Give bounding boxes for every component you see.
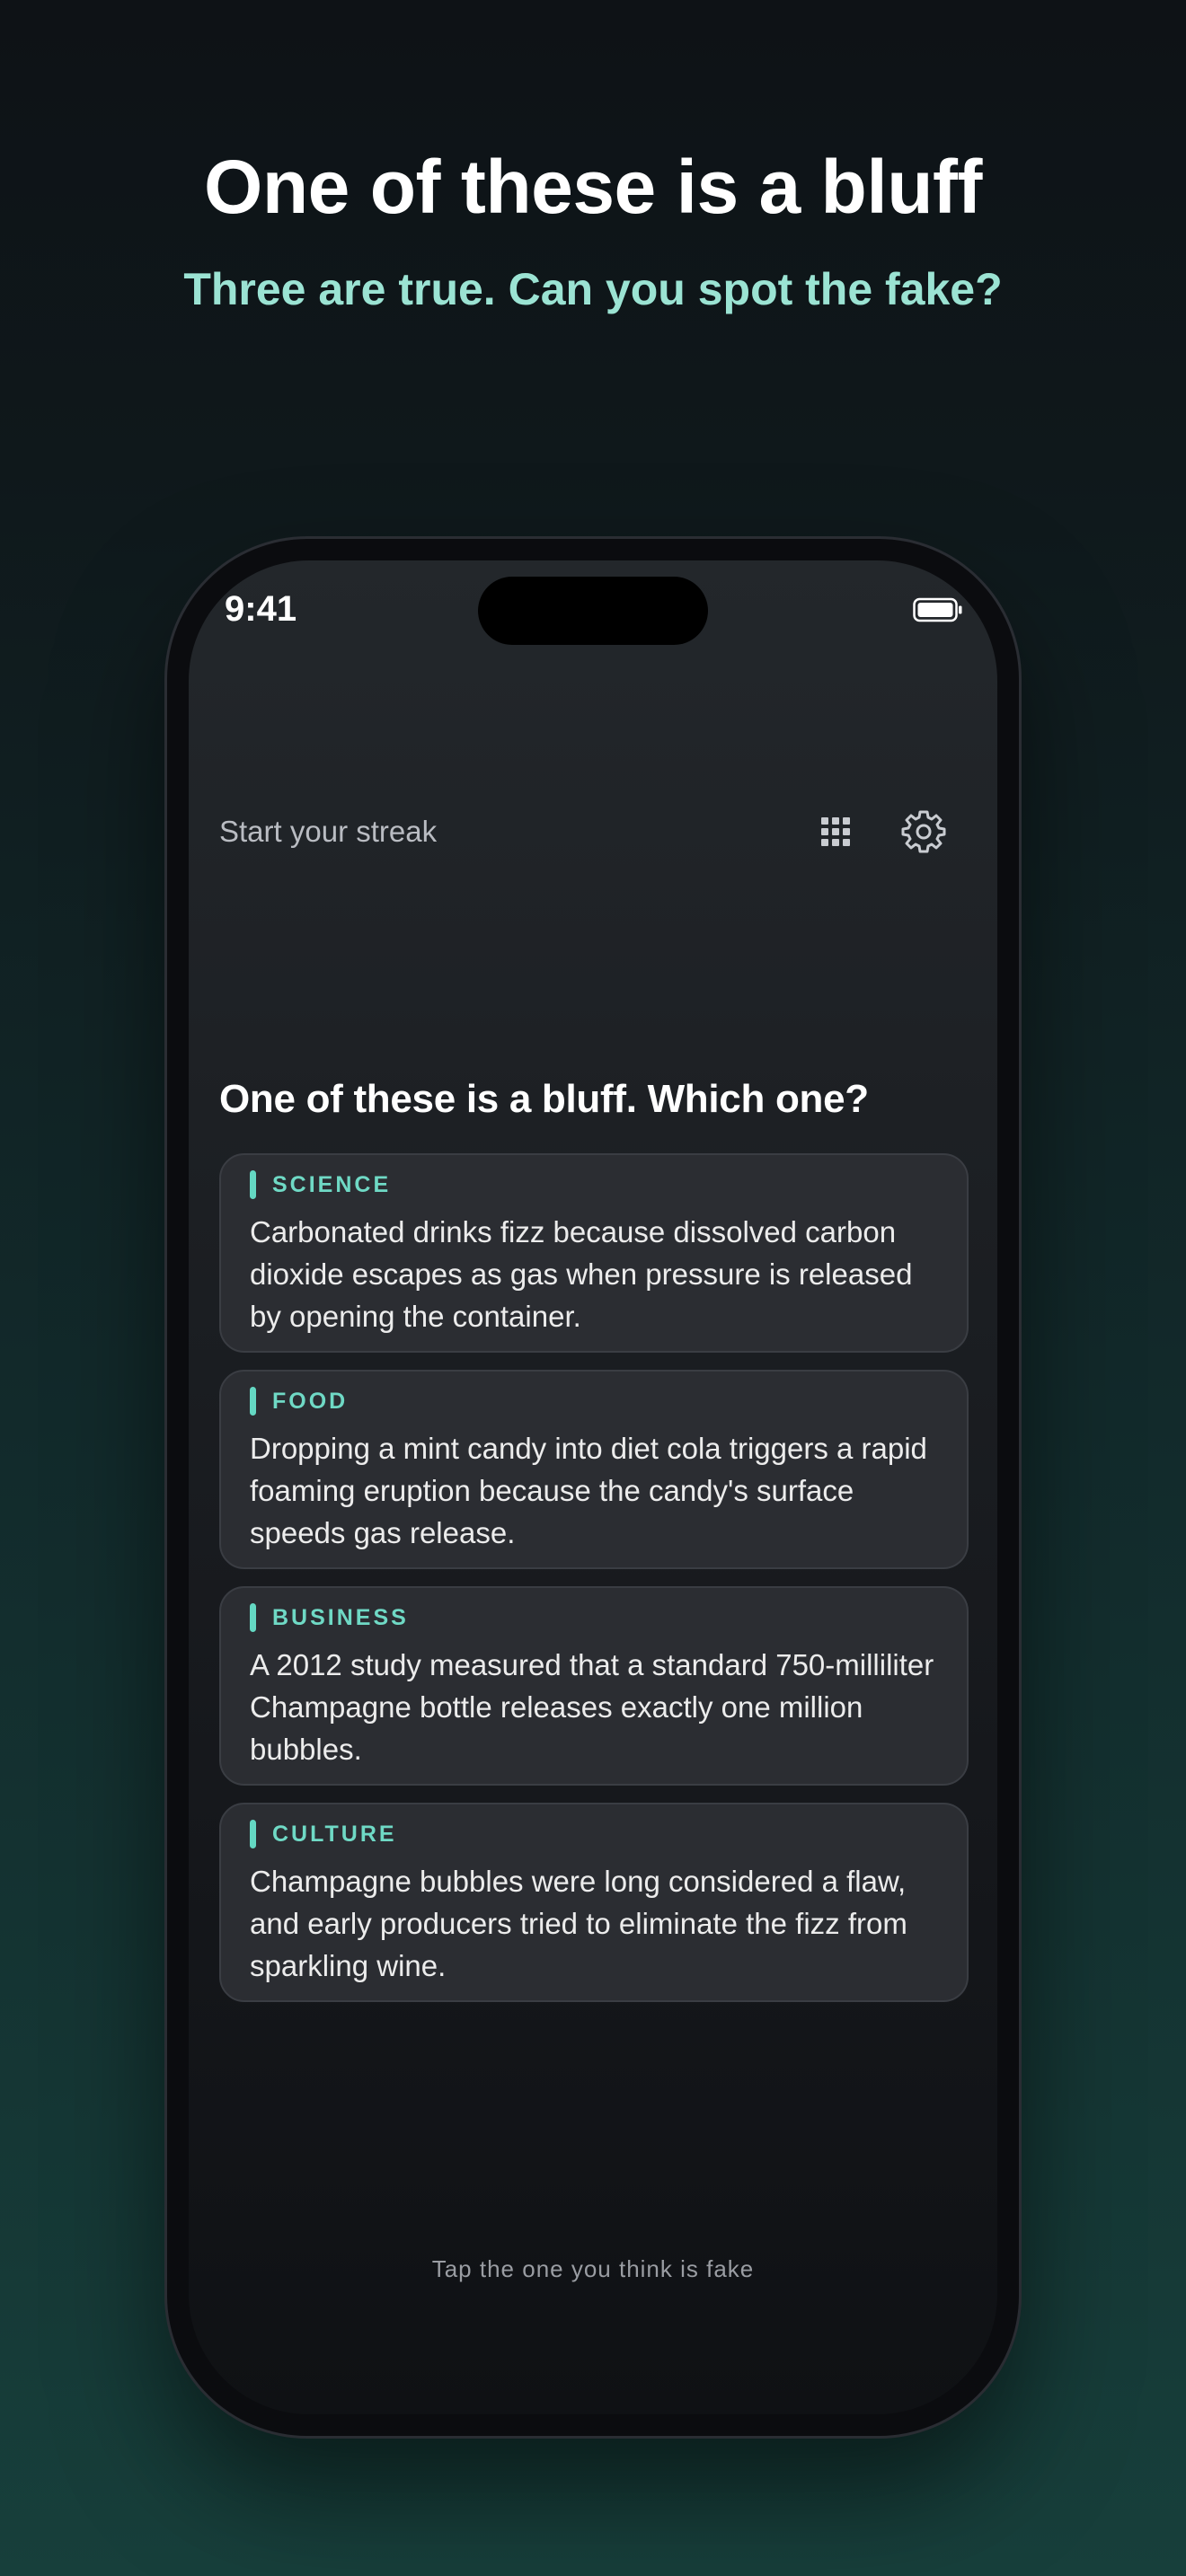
status-time: 9:41 <box>225 589 297 629</box>
category-accent-bar <box>250 1170 256 1199</box>
category-tag: BUSINESS <box>250 1602 940 1633</box>
statement-text: Carbonated drinks fizz because dissolved… <box>250 1215 913 1333</box>
category-accent-bar <box>250 1603 256 1632</box>
statement-text: A 2012 study measured that a standard 75… <box>250 1648 934 1766</box>
phone-frame: 9:41 Start your streak One of these is a… <box>167 539 1019 2436</box>
statement-card-business[interactable]: BUSINESS A 2012 study measured that a st… <box>219 1586 969 1786</box>
category-label: SCIENCE <box>272 1172 392 1197</box>
statement-list: SCIENCE Carbonated drinks fizz because d… <box>219 1153 969 2019</box>
category-accent-bar <box>250 1387 256 1416</box>
category-accent-bar <box>250 1820 256 1848</box>
category-label: FOOD <box>272 1389 349 1414</box>
category-tag: CULTURE <box>250 1819 940 1849</box>
marketing-subtitle: Three are true. Can you spot the fake? <box>183 264 1003 314</box>
statement-card-food[interactable]: FOOD Dropping a mint candy into diet col… <box>219 1370 969 1569</box>
category-tag: SCIENCE <box>250 1169 940 1200</box>
category-label: BUSINESS <box>272 1605 409 1630</box>
streak-text: Start your streak <box>219 815 438 848</box>
statement-text: Champagne bubbles were long considered a… <box>250 1865 907 1982</box>
statement-text: Dropping a mint candy into diet cola tri… <box>250 1432 927 1549</box>
statement-card-culture[interactable]: CULTURE Champagne bubbles were long cons… <box>219 1803 969 2002</box>
hint-text: Tap the one you think is fake <box>431 2255 755 2282</box>
marketing-title: One of these is a bluff <box>204 145 982 229</box>
statement-card-science[interactable]: SCIENCE Carbonated drinks fizz because d… <box>219 1153 969 1353</box>
question-heading: One of these is a bluff. Which one? <box>219 1077 869 1121</box>
battery-full-icon <box>913 597 962 622</box>
gear-icon[interactable] <box>900 808 947 855</box>
category-tag: FOOD <box>250 1386 940 1416</box>
category-label: CULTURE <box>272 1822 397 1847</box>
grid-icon[interactable] <box>818 814 854 850</box>
dynamic-island <box>478 577 708 645</box>
phone-screen: 9:41 Start your streak One of these is a… <box>189 560 997 2414</box>
